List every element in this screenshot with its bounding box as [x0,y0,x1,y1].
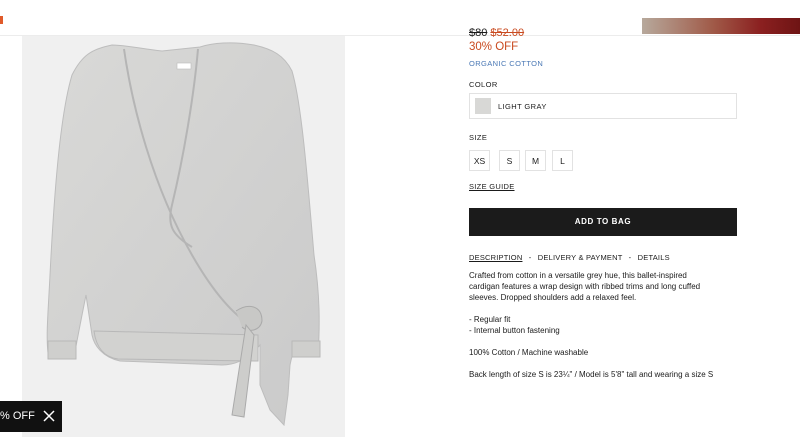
tab-separator: - [528,253,532,262]
size-guide-link[interactable]: SIZE GUIDE [469,182,515,191]
promo-banner-strip[interactable] [642,18,800,34]
discount-popup[interactable]: % OFF [0,401,62,432]
price-original-value: $80 [469,27,488,39]
info-tabs: DESCRIPTION - DELIVERY & PAYMENT - DETAI… [469,253,670,262]
description-line: cardigan features a wrap design with rib… [469,282,701,291]
color-label: COLOR [469,80,498,89]
discount-label: 30% OFF [469,41,519,53]
color-selector[interactable]: LIGHT GRAY [469,93,737,119]
tab-details[interactable]: DETAILS [638,253,670,262]
bullet-button-fastening: - Internal button fastening [469,326,560,335]
size-option-l[interactable]: L [552,150,573,171]
material-tag[interactable]: ORGANIC COTTON [469,59,543,68]
price-sale-value: $52.00 [490,27,525,39]
size-option-m[interactable]: M [525,150,546,171]
product-image[interactable] [22,35,345,437]
bullet-regular-fit: - Regular fit [469,315,511,324]
color-name: LIGHT GRAY [498,102,547,111]
fit-note-text: Back length of size S is 23¼" / Model is… [469,370,714,379]
composition-text: 100% Cotton / Machine washable [469,348,589,357]
size-option-s[interactable]: S [499,150,520,171]
description-line: Crafted from cotton in a versatile grey … [469,271,687,280]
price-original: $80 $52.00 [469,27,524,39]
color-swatch [475,98,491,114]
popup-text: % OFF [0,410,35,422]
close-icon[interactable] [43,410,55,422]
size-option-xs[interactable]: XS [469,150,490,171]
tab-description[interactable]: DESCRIPTION [469,253,522,262]
size-label: SIZE [469,133,488,142]
top-header [0,0,800,36]
tab-separator: - [628,253,632,262]
tab-delivery-payment[interactable]: DELIVERY & PAYMENT [538,253,623,262]
cardigan-illustration [46,42,321,427]
add-to-bag-button[interactable]: ADD TO BAG [469,208,737,236]
header-edge-mark [0,16,3,24]
description-line: sleeves. Dropped shoulders add a relaxed… [469,293,637,302]
